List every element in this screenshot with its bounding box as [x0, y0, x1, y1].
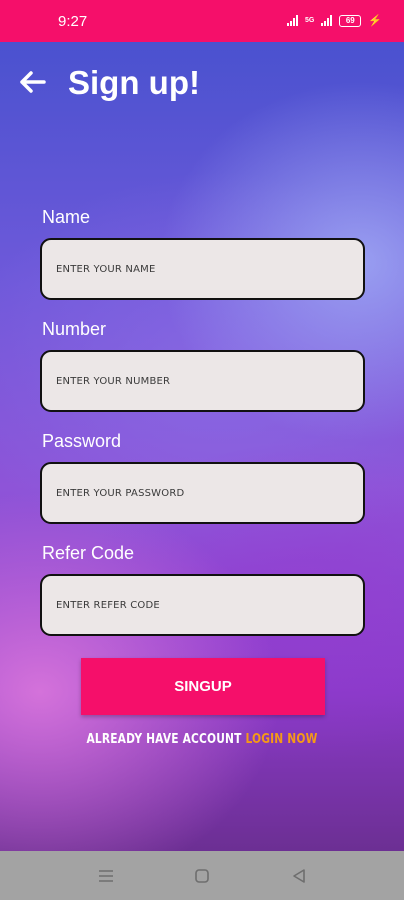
refer-code-field[interactable]	[40, 574, 365, 636]
battery-icon: 69	[339, 14, 362, 27]
password-label: Password	[42, 431, 122, 451]
signal-icon	[286, 15, 298, 26]
name-field[interactable]	[40, 238, 365, 300]
square-icon[interactable]	[193, 867, 211, 885]
status-bar: 9:27 5G 69 ⚡	[0, 0, 404, 42]
refer-code-input[interactable]	[56, 599, 363, 611]
name-label: Name	[42, 207, 91, 227]
password-input[interactable]	[56, 487, 363, 499]
menu-icon[interactable]	[97, 867, 115, 885]
signup-screen: Sign up! Name Number Password Refer Code…	[0, 42, 404, 851]
network-type: 5G	[304, 17, 315, 24]
number-label: Number	[42, 319, 107, 339]
navigation-bar	[0, 851, 404, 900]
number-input[interactable]	[56, 375, 363, 387]
status-icons: 5G 69 ⚡	[286, 14, 382, 27]
number-field[interactable]	[40, 350, 365, 412]
login-prompt: ALREADY HAVE ACCOUNT	[86, 732, 242, 747]
triangle-back-icon[interactable]	[290, 867, 308, 885]
login-row: ALREADY HAVE ACCOUNT LOGIN NOW	[36, 732, 367, 747]
name-input[interactable]	[56, 263, 363, 275]
status-time: 9:27	[58, 13, 88, 30]
signal-icon-2	[321, 15, 333, 26]
signup-button[interactable]: SINGUP	[81, 658, 325, 715]
login-now-link[interactable]: LOGIN NOW	[245, 732, 317, 747]
refer-code-label: Refer Code	[42, 543, 135, 563]
charging-icon: ⚡	[368, 15, 382, 27]
password-field[interactable]	[40, 462, 365, 524]
page-title: Sign up!	[68, 64, 200, 101]
arrow-left-icon[interactable]	[18, 70, 46, 94]
